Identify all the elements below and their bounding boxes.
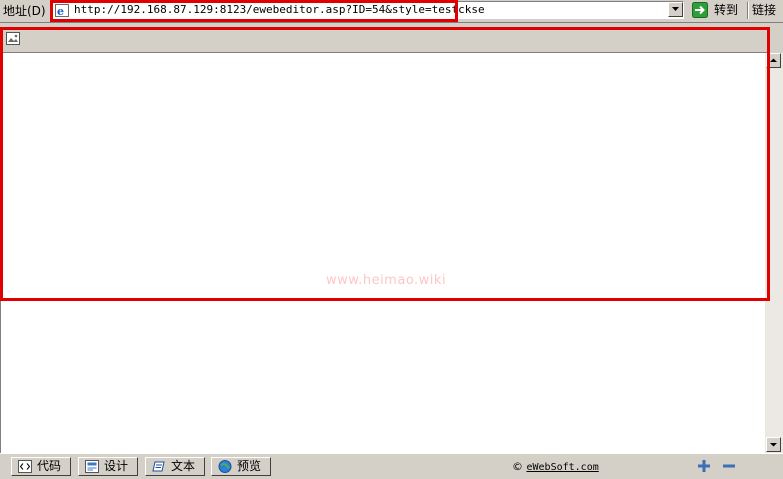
editor-status-bar: 代码 设计 文本 预览 © eWebSoft.com	[0, 453, 783, 479]
editor-content-area[interactable]: www.heimao.wiki	[0, 53, 765, 453]
chevron-up-icon	[770, 58, 777, 62]
tab-text-label: 文本	[171, 459, 196, 473]
scroll-up-button[interactable]	[766, 53, 781, 68]
broken-image-icon[interactable]	[6, 32, 20, 45]
chevron-down-icon	[770, 443, 777, 447]
design-icon	[85, 460, 99, 473]
ewebsoft-link[interactable]: eWebSoft.com	[527, 462, 599, 473]
address-input[interactable]: e http://192.168.87.129:8123/ewebeditor.…	[51, 1, 684, 19]
plus-icon[interactable]	[697, 459, 711, 473]
text-icon	[152, 461, 165, 472]
ie-page-icon: e	[55, 4, 69, 17]
editor-toolbar	[0, 28, 783, 52]
copyright-symbol: ©	[512, 460, 523, 473]
address-label: 地址(D)	[3, 4, 46, 18]
toolbar-separator	[747, 2, 749, 19]
go-arrow-icon	[692, 2, 708, 18]
go-label: 转到	[714, 3, 739, 17]
code-icon	[18, 460, 32, 473]
tab-preview-label: 预览	[237, 459, 262, 473]
tab-code-label: 代码	[37, 459, 62, 473]
address-bar: 地址(D) e http://192.168.87.129:8123/ewebe…	[0, 0, 783, 23]
vertical-scrollbar[interactable]	[765, 53, 783, 453]
address-dropdown-button[interactable]	[668, 2, 683, 17]
scroll-down-button[interactable]	[766, 437, 781, 452]
copyright-notice: © eWebSoft.com	[512, 460, 599, 474]
chevron-down-icon	[672, 7, 679, 11]
links-button[interactable]: 链接	[752, 3, 776, 17]
go-button[interactable]: 转到	[688, 1, 744, 20]
tab-preview[interactable]: 预览	[211, 457, 271, 476]
watermark-text: www.heimao.wiki	[326, 273, 447, 288]
svg-text:e: e	[57, 5, 64, 17]
minus-icon[interactable]	[722, 459, 736, 473]
tab-code[interactable]: 代码	[11, 457, 71, 476]
tab-design-label: 设计	[104, 459, 129, 473]
preview-icon	[218, 460, 232, 473]
tab-design[interactable]: 设计	[78, 457, 138, 476]
url-text: http://192.168.87.129:8123/ewebeditor.as…	[74, 3, 485, 16]
tab-text[interactable]: 文本	[145, 457, 205, 476]
